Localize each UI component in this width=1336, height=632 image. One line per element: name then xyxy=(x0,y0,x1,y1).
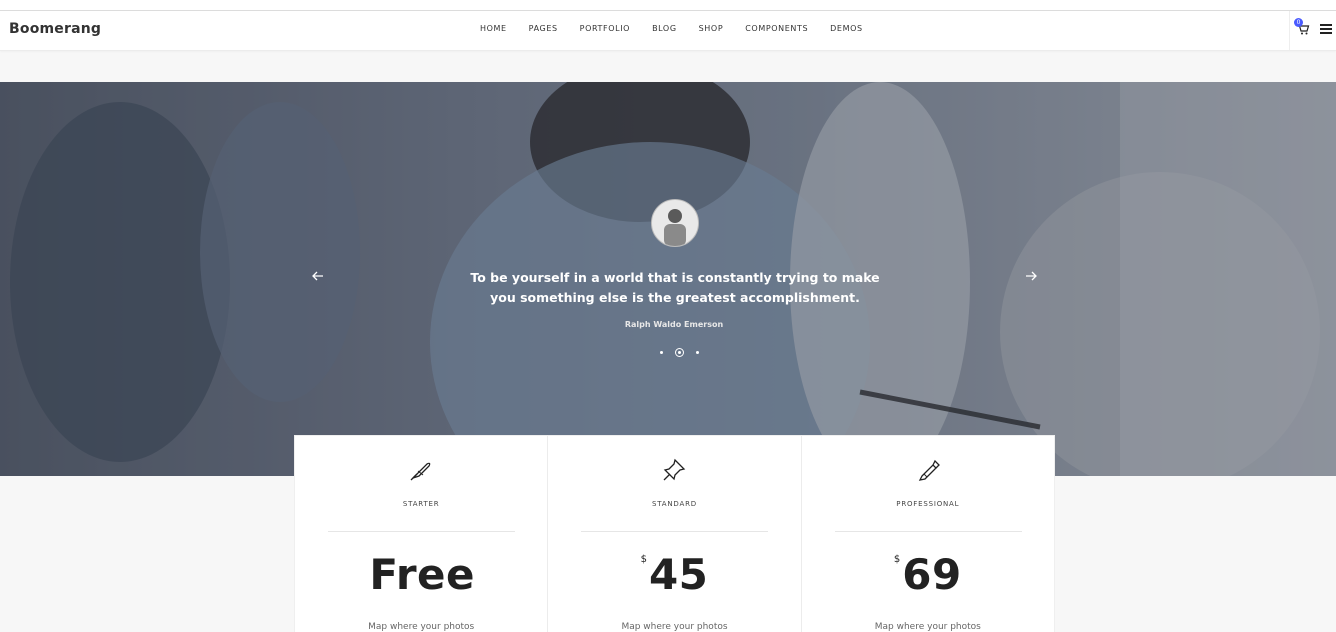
browser-top-strip xyxy=(0,0,1336,11)
nav-link-home[interactable]: HOME xyxy=(480,24,507,33)
plan-price: Free xyxy=(295,550,547,599)
brand-logo[interactable]: Boomerang xyxy=(9,21,101,37)
plan-price: $45 xyxy=(548,550,800,599)
plan-divider xyxy=(834,531,1022,532)
arrow-left-icon xyxy=(312,271,323,281)
plan-divider xyxy=(581,531,769,532)
cart-button[interactable]: 0 xyxy=(1294,18,1310,35)
nav-link-portfolio[interactable]: PORTFOLIO xyxy=(580,24,630,33)
nav-link-pages[interactable]: PAGES xyxy=(529,24,558,33)
plan-description: Map where your photos xyxy=(368,622,475,632)
plan-professional: PROFESSIONAL $69 Map where your photos xyxy=(802,436,1054,632)
slider-pagination xyxy=(654,347,705,357)
nav-link-components[interactable]: COMPONENTS xyxy=(745,24,808,33)
nav-actions: 0 xyxy=(1289,11,1336,50)
nav-link-blog[interactable]: BLOG xyxy=(652,24,677,33)
arrow-right-icon xyxy=(1026,271,1037,281)
next-slide-button[interactable] xyxy=(1024,268,1038,282)
plan-standard: STANDARD $45 Map where your photos xyxy=(548,436,802,632)
hamburger-menu-icon[interactable] xyxy=(1320,24,1332,34)
testimonial-hero: To be yourself in a world that is consta… xyxy=(0,82,1336,476)
plan-name: PROFESSIONAL xyxy=(896,500,960,508)
pricing-table: STARTER Free Map where your photos STAND… xyxy=(295,436,1054,632)
prev-slide-button[interactable] xyxy=(311,268,325,282)
nav-link-shop[interactable]: SHOP xyxy=(699,24,724,33)
navbar: Boomerang HOME PAGES PORTFOLIO BLOG SHOP… xyxy=(0,11,1336,51)
plan-name: STANDARD xyxy=(652,500,697,508)
slide-dot-1[interactable] xyxy=(660,350,663,354)
plan-name: STARTER xyxy=(402,500,440,508)
cart-count-badge: 0 xyxy=(1294,18,1303,27)
plan-description: Map where your photos xyxy=(621,622,728,632)
feather-icon xyxy=(407,456,435,484)
slide-dot-3[interactable] xyxy=(696,350,699,354)
plan-price: $69 xyxy=(802,550,1054,599)
price-value: Free xyxy=(369,550,475,599)
author-avatar xyxy=(651,199,699,247)
testimonial-author: Ralph Waldo Emerson xyxy=(624,320,724,329)
slide-dot-2-active[interactable] xyxy=(675,347,684,357)
price-currency: $ xyxy=(640,554,647,565)
pushpin-icon xyxy=(660,456,688,484)
plan-divider xyxy=(328,531,515,532)
price-currency: $ xyxy=(893,554,901,565)
price-value: 45 xyxy=(648,550,709,599)
testimonial-quote: To be yourself in a world that is consta… xyxy=(470,270,880,305)
plan-starter: STARTER Free Map where your photos xyxy=(295,436,549,632)
price-value: 69 xyxy=(902,550,962,599)
nav-link-demos[interactable]: DEMOS xyxy=(830,24,863,33)
main-nav: HOME PAGES PORTFOLIO BLOG SHOP COMPONENT… xyxy=(480,24,885,33)
pen-icon xyxy=(914,456,942,484)
plan-description: Map where your photos xyxy=(874,622,981,632)
